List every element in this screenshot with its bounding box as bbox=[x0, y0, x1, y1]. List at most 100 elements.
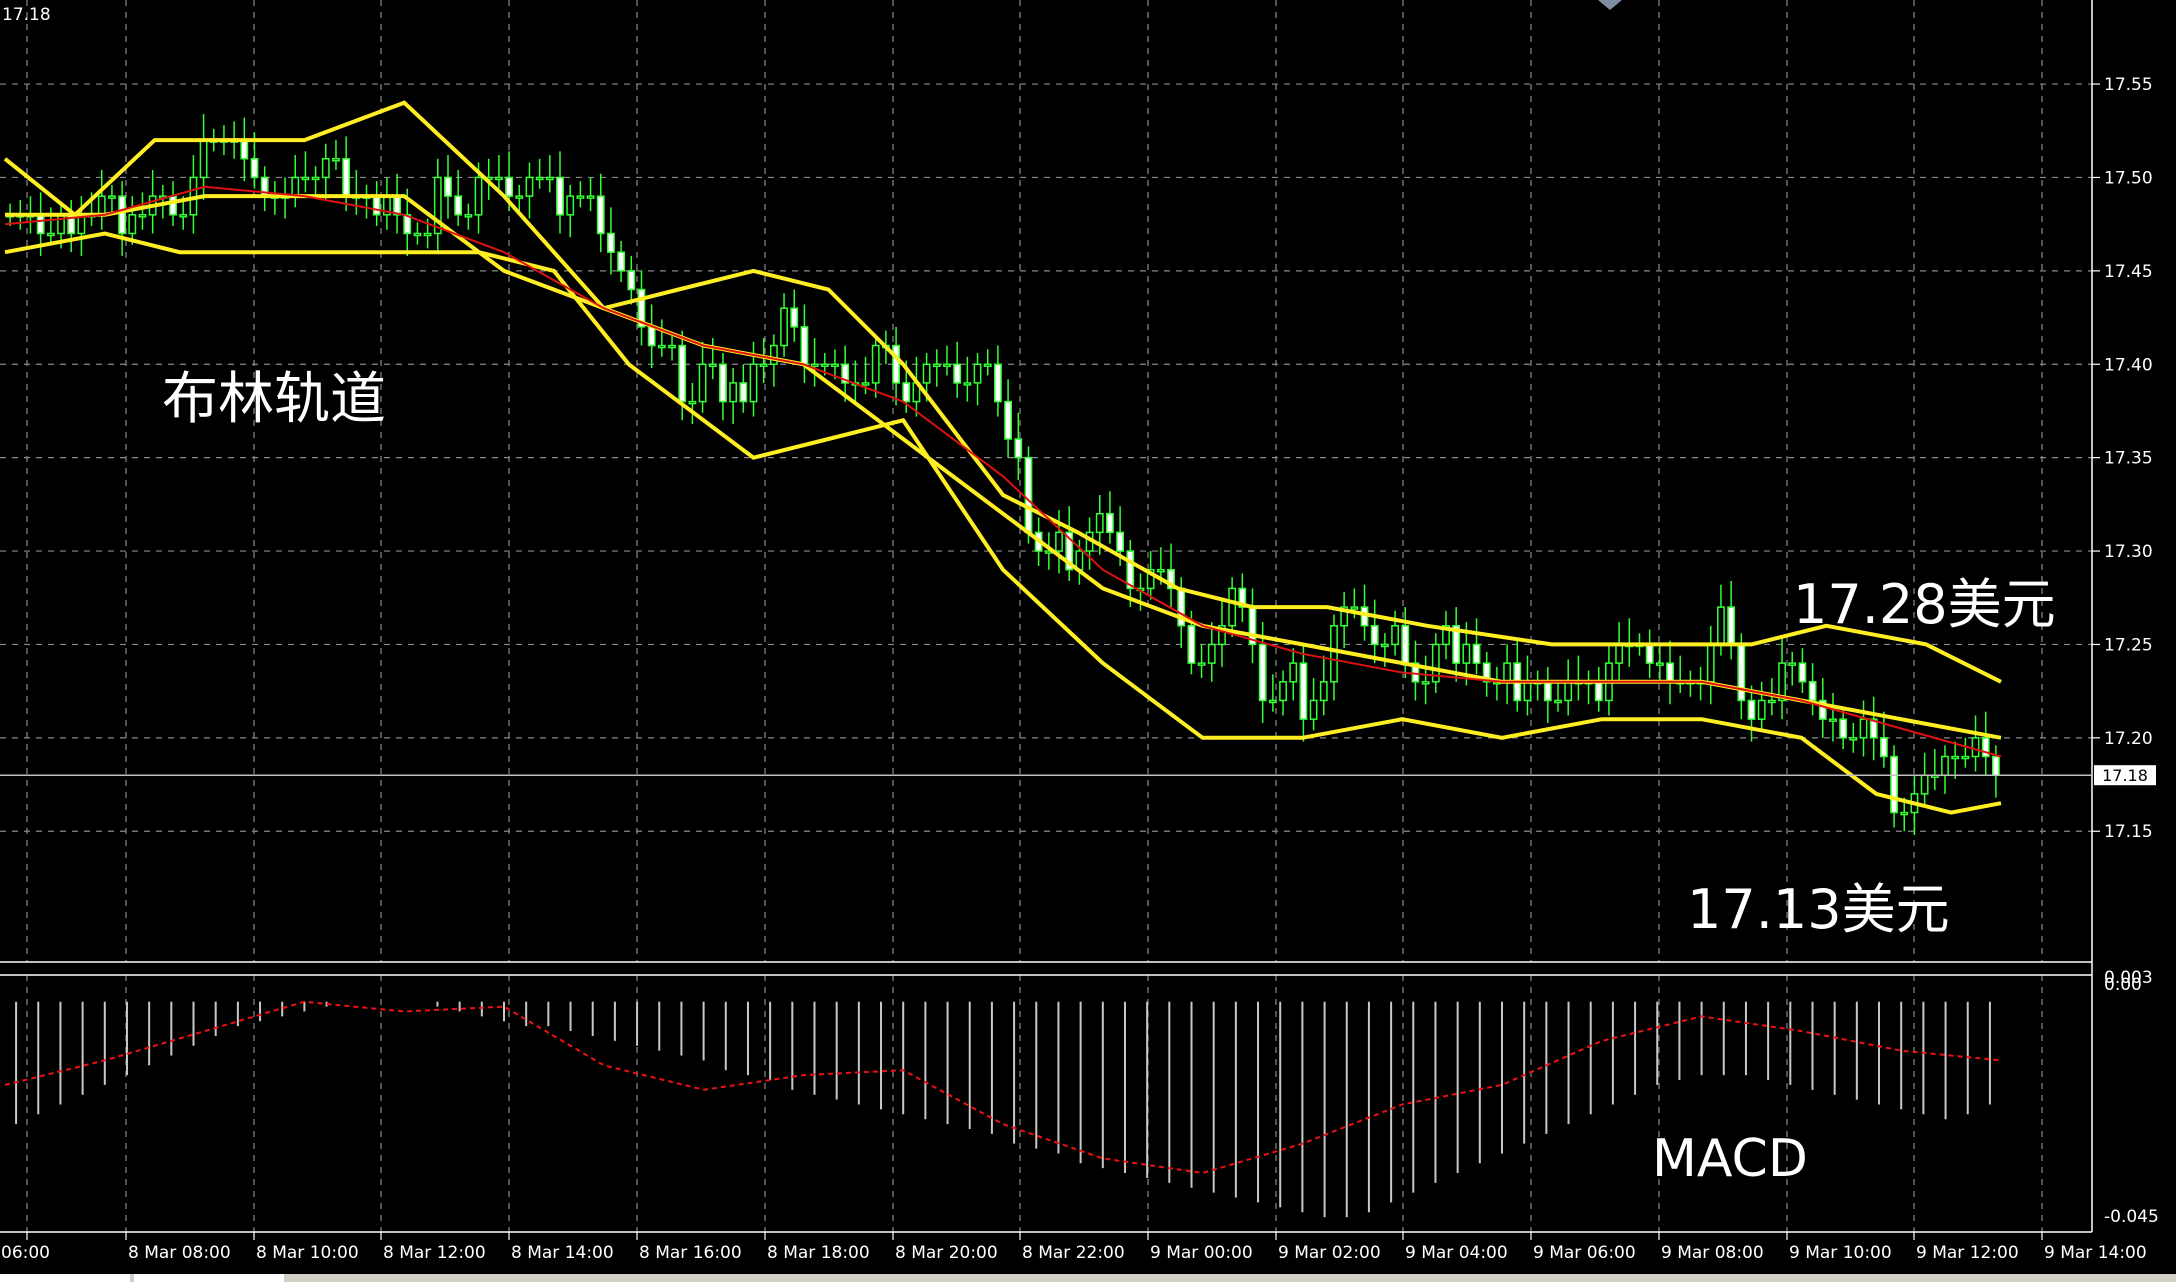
candle-body bbox=[759, 363, 768, 368]
candle-body bbox=[871, 344, 880, 384]
chart-canvas: 17.55 17.50 17.45 17.40 17.35 17.30 17.25 17.20… bbox=[0, 0, 2176, 1282]
time-tick-label: 8 Mar 10:00 bbox=[256, 1243, 359, 1263]
candle-body bbox=[1106, 512, 1114, 534]
candle-body bbox=[719, 363, 727, 403]
candle-body bbox=[393, 195, 401, 216]
candle-body bbox=[1941, 755, 1949, 776]
time-tick-label: 9 Mar 04:00 bbox=[1405, 1243, 1508, 1263]
candle-body bbox=[607, 232, 615, 253]
lower-price-annotation: 17.13美元 bbox=[1687, 878, 1950, 941]
candle-body bbox=[179, 214, 188, 218]
candle-body bbox=[1401, 625, 1410, 664]
candle-body bbox=[1788, 662, 1797, 666]
time-tick-label: 9 Mar 00:00 bbox=[1150, 1243, 1253, 1263]
candle-body bbox=[423, 232, 432, 237]
candle-body bbox=[1615, 643, 1624, 664]
candle-body bbox=[1309, 699, 1318, 720]
candle-body bbox=[1961, 755, 1970, 760]
bottom-tab-strip bbox=[0, 1274, 2176, 1282]
candle-body bbox=[1503, 662, 1511, 683]
candle-body bbox=[301, 176, 310, 181]
time-tick-label: 9 Mar 12:00 bbox=[1916, 1243, 2019, 1263]
price-tick-label: 17.25 bbox=[2104, 635, 2153, 655]
macd-tick-label: 0.00 bbox=[2104, 975, 2142, 995]
candle-body bbox=[1666, 662, 1674, 683]
candle-body bbox=[647, 326, 656, 347]
candle-body bbox=[943, 363, 951, 368]
candle-body bbox=[627, 270, 636, 291]
price-tick-label: 17.15 bbox=[2104, 822, 2153, 842]
macd-tick-label: -0.045 bbox=[2104, 1207, 2159, 1227]
time-tick-label: 9 Mar 14:00 bbox=[2044, 1243, 2147, 1263]
candle-body bbox=[932, 363, 941, 368]
candle-body bbox=[1798, 662, 1807, 683]
candle-body bbox=[1095, 512, 1104, 534]
candle-body bbox=[199, 139, 208, 179]
candle-body bbox=[983, 363, 992, 368]
current-price-label: 17.18 bbox=[2102, 766, 2148, 785]
candle-body bbox=[668, 344, 676, 349]
candle-body bbox=[1564, 681, 1573, 702]
chart-tab[interactable] bbox=[0, 1274, 130, 1282]
candle-body bbox=[1156, 568, 1165, 573]
candle-body bbox=[1350, 606, 1359, 610]
candle-body bbox=[505, 176, 513, 197]
candle-body bbox=[953, 363, 962, 384]
candle-body bbox=[1330, 625, 1338, 683]
candle-body bbox=[1645, 643, 1654, 664]
candle-body bbox=[1808, 681, 1817, 702]
candle-body bbox=[454, 195, 463, 216]
candle-body bbox=[1472, 643, 1481, 664]
candle-body bbox=[698, 363, 707, 403]
candle-body bbox=[495, 176, 503, 181]
time-tick-label: 8 Mar 14:00 bbox=[511, 1243, 614, 1263]
candle-body bbox=[1197, 662, 1206, 666]
candle-body bbox=[1543, 681, 1552, 702]
candle-body bbox=[1839, 718, 1848, 739]
candle-body bbox=[1055, 531, 1063, 552]
candle-body bbox=[902, 382, 911, 403]
candle-body bbox=[1747, 699, 1756, 720]
candle-body bbox=[1523, 681, 1532, 702]
candle-body bbox=[128, 214, 137, 235]
price-tick-label: 17.20 bbox=[2104, 729, 2153, 749]
candle-body bbox=[596, 195, 605, 235]
candle-body bbox=[372, 195, 381, 216]
candle-body bbox=[1004, 400, 1012, 440]
chart-tab[interactable] bbox=[134, 1274, 284, 1282]
candle-body bbox=[474, 176, 483, 216]
candle-body bbox=[1706, 643, 1715, 683]
candle-body bbox=[240, 139, 249, 160]
candle-body bbox=[311, 176, 320, 181]
candle-body bbox=[545, 176, 554, 181]
candle-body bbox=[739, 382, 748, 403]
candle-body bbox=[46, 232, 55, 237]
time-tick-label: 8 Mar 16:00 bbox=[639, 1243, 742, 1263]
candle-body bbox=[617, 251, 626, 272]
candle-body bbox=[1299, 662, 1308, 720]
candle-body bbox=[566, 195, 575, 216]
time-tick-label: 9 Mar 10:00 bbox=[1789, 1243, 1892, 1263]
candle-body bbox=[291, 176, 300, 197]
candle-body bbox=[1849, 737, 1858, 741]
candle-body bbox=[138, 214, 147, 218]
candle-body bbox=[413, 232, 422, 237]
time-tick-label: 8 Mar 08:00 bbox=[128, 1243, 231, 1263]
candle-body bbox=[708, 363, 717, 368]
candle-body bbox=[36, 214, 45, 235]
candle-body bbox=[1289, 662, 1298, 683]
candle-body bbox=[586, 195, 595, 199]
candle-body bbox=[1727, 606, 1736, 646]
candle-body bbox=[892, 344, 900, 384]
candle-body bbox=[118, 195, 127, 235]
candle-body bbox=[1207, 643, 1216, 664]
candle-body bbox=[749, 363, 758, 403]
candle-body bbox=[576, 195, 585, 199]
candle-body bbox=[1462, 643, 1471, 664]
candle-body bbox=[332, 158, 340, 162]
time-tick-label: 9 Mar 02:00 bbox=[1278, 1243, 1381, 1263]
candle-body bbox=[97, 195, 106, 216]
candle-body bbox=[1421, 681, 1430, 685]
candle-body bbox=[464, 214, 473, 218]
candle-body bbox=[1717, 606, 1725, 646]
